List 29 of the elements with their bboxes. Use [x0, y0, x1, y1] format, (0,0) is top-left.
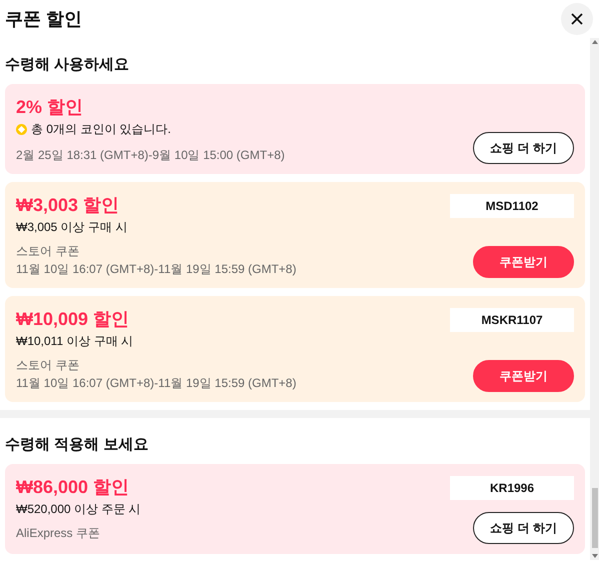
discount-title: 2% 할인 — [16, 96, 84, 119]
validity-dates: 2월 25일 18:31 (GMT+8)-9월 10일 15:00 (GMT+8) — [16, 147, 286, 164]
section-heading: 수령해 적용해 보세요 — [4, 435, 150, 455]
validity-dates: 11월 10일 16:07 (GMT+8)-11월 19일 15:59 (GMT+8) — [16, 375, 298, 392]
coupon-condition: ₩10,011 이상 구매 시 — [16, 333, 134, 350]
dialog-title: 쿠폰 할인 — [5, 8, 82, 30]
validity-dates: 11월 10일 16:07 (GMT+8)-11월 19일 15:59 (GMT+8) — [16, 261, 298, 278]
discount-title: ₩3,003 할인 — [16, 194, 120, 217]
coupon-code: MSD1102 — [450, 194, 574, 218]
coupon-source: 스토어 쿠폰 — [16, 357, 80, 374]
coupon-code: KR1996 — [450, 476, 574, 500]
discount-title: ₩86,000 할인 — [16, 476, 130, 499]
coupon-condition: ₩520,000 이상 주문 시 — [16, 501, 141, 518]
coupon-condition: 총 0개의 코인이 있습니다. — [31, 121, 172, 138]
scroll-up-icon — [592, 40, 598, 44]
coupon-source: AliExpress 쿠폰 — [16, 525, 102, 542]
scrollbar[interactable] — [590, 38, 599, 560]
shop-more-button[interactable]: 쇼핑 더 하기 — [473, 132, 574, 164]
coupon-code: MSKR1107 — [450, 308, 574, 332]
coupon-condition: ₩3,005 이상 구매 시 — [16, 219, 128, 236]
claim-coupon-button[interactable]: 쿠폰받기 — [473, 360, 574, 392]
claim-coupon-button[interactable]: 쿠폰받기 — [473, 246, 574, 278]
coupon-source: 스토어 쿠폰 — [16, 243, 80, 260]
scroll-down-icon — [592, 554, 598, 558]
close-button[interactable] — [561, 3, 593, 35]
close-icon — [570, 12, 584, 26]
section-heading: 수령해 사용하세요 — [4, 55, 130, 75]
discount-title: ₩10,009 할인 — [16, 308, 130, 331]
shop-more-button[interactable]: 쇼핑 더 하기 — [473, 512, 574, 544]
